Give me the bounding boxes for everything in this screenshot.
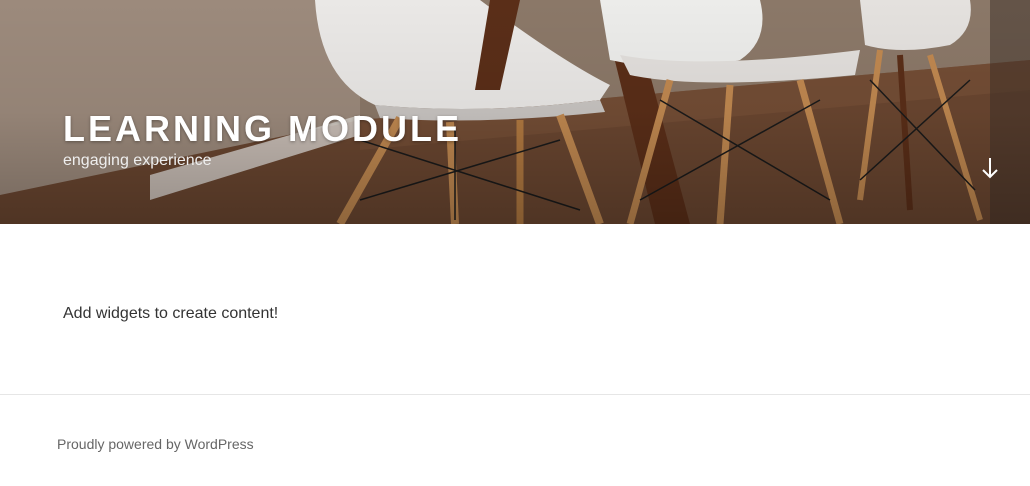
widget-placeholder-text: Add widgets to create content! — [63, 305, 279, 322]
site-description: engaging experience — [63, 152, 212, 169]
site-branding: LEARNING MODULE engaging experience — [63, 108, 462, 170]
site-footer: Proudly powered by WordPress — [0, 394, 1030, 486]
site-title[interactable]: LEARNING MODULE — [63, 108, 462, 150]
wordpress-credit-link[interactable]: Proudly powered by WordPress — [57, 436, 254, 452]
arrow-down-icon — [982, 158, 998, 179]
scroll-down-button[interactable] — [978, 155, 1002, 181]
site-header: LEARNING MODULE engaging experience — [0, 0, 1030, 224]
main-content: Add widgets to create content! — [0, 224, 1030, 394]
